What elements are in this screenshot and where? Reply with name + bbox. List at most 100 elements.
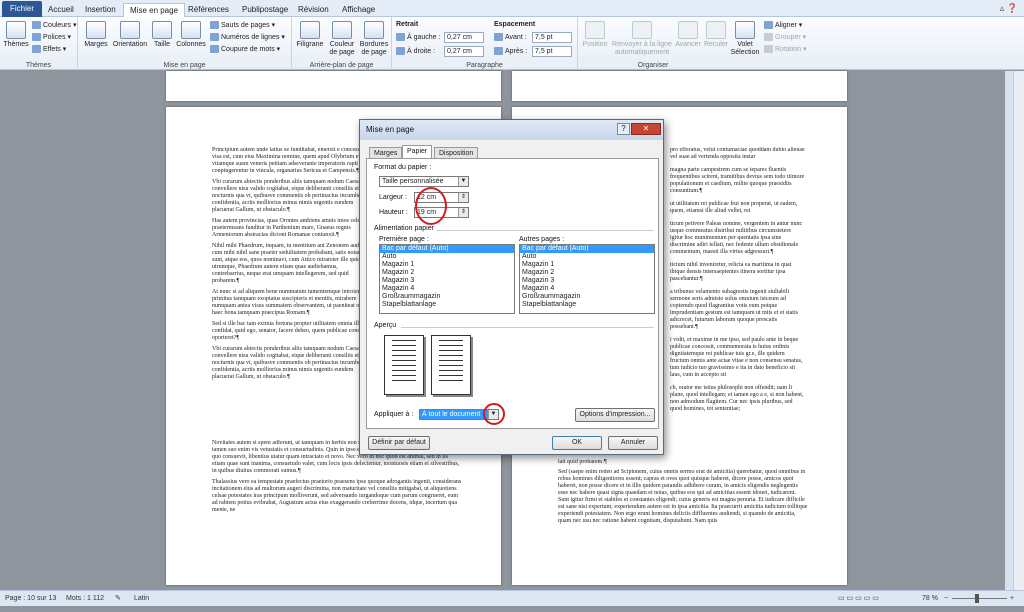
breaks-button[interactable]: Sauts de pages ▾ [210, 21, 275, 30]
colors-label: Couleurs [43, 22, 72, 29]
spacing-before-label: Avant : [494, 33, 527, 41]
page-right-text: pro efferatus, velut contumaciae quoddam… [670, 147, 805, 457]
spin-icon[interactable]: ⇕ [458, 193, 468, 202]
list-item[interactable]: Auto [380, 253, 514, 261]
align-button[interactable]: Aligner ▾ [764, 21, 802, 30]
position-label: Position [582, 41, 608, 48]
tab-review[interactable]: Révision [292, 3, 335, 17]
zoom-out-icon[interactable]: − [944, 591, 948, 606]
tab-view[interactable]: Affichage [336, 3, 381, 17]
indent-right-text: À droite : [407, 47, 436, 55]
tab-references[interactable]: Références [182, 3, 235, 17]
selection-pane-button[interactable]: Volet Sélection [730, 21, 760, 57]
tab-page-layout[interactable]: Mise en page [123, 3, 186, 18]
tab-insert[interactable]: Insertion [79, 3, 122, 17]
list-item[interactable]: Bac par défaut (Auto) [520, 245, 654, 253]
list-item[interactable]: Magazin 2 [520, 269, 654, 277]
list-item[interactable]: Magazin 4 [380, 285, 514, 293]
colors-icon [32, 21, 41, 30]
themes-button[interactable]: Thèmes [3, 21, 29, 49]
page-color-label-2: de page [329, 49, 355, 56]
indent-left-input[interactable]: 0,27 cm [444, 32, 484, 43]
list-item[interactable]: Auto [520, 253, 654, 261]
columns-button[interactable]: Colonnes [174, 21, 208, 49]
indent-right-input[interactable]: 0,27 cm [444, 46, 484, 57]
fonts-label: Polices [43, 34, 66, 41]
bring-forward-button[interactable]: Avancer [674, 21, 702, 49]
paper-size-select[interactable]: Taille personnalisée ▼ [379, 176, 469, 187]
page-color-button[interactable]: Couleur de page [326, 21, 358, 57]
list-item[interactable]: Magazin 1 [380, 261, 514, 269]
cancel-button[interactable]: Annuler [608, 436, 658, 450]
list-item[interactable]: Magazin 4 [520, 285, 654, 293]
position-icon [585, 21, 605, 39]
view-buttons[interactable]: ▭ ▭ ▭ ▭ ▭ [838, 591, 879, 606]
zoom-slider-thumb[interactable] [975, 594, 979, 603]
size-button[interactable]: Taille [150, 21, 174, 49]
paragraph: a tribunus velamento subagrestis ingenii… [670, 289, 798, 330]
word-count[interactable]: Mots : 1 112 [66, 591, 104, 606]
list-item[interactable]: Stapelblattanlage [380, 301, 514, 309]
proofing-icon[interactable]: ✎ [115, 591, 121, 606]
preview-page-1 [384, 335, 424, 395]
ok-button[interactable]: OK [552, 436, 602, 450]
tab-paper[interactable]: Papier [402, 145, 433, 159]
list-item[interactable]: Bac par défaut (Auto) [380, 245, 514, 253]
fonts-button[interactable]: Polices ▾ [32, 33, 71, 42]
list-item[interactable]: Magazin 3 [520, 277, 654, 285]
zoom-level[interactable]: 78 % [922, 591, 938, 606]
watermark-button[interactable]: Filigrane [294, 21, 326, 49]
group-page-background: Filigrane Couleur de page Bordures de page… [292, 17, 392, 70]
group-button[interactable]: Grouper ▾ [764, 33, 806, 42]
wrap-text-label-1: Renvoyer à la ligne [612, 41, 672, 48]
selection-pane-label-2: Sélection [730, 49, 760, 56]
zoom-slider[interactable] [952, 598, 1007, 599]
orientation-icon [120, 21, 140, 39]
list-item[interactable]: Stapelblattanlage [520, 301, 654, 309]
help-icon[interactable]: ▵ ❓ [1000, 3, 1018, 14]
list-item[interactable]: Magazin 1 [520, 261, 654, 269]
vertical-scrollbar[interactable] [1013, 71, 1024, 590]
tab-home[interactable]: Accueil [42, 3, 80, 17]
page-borders-button[interactable]: Bordures de page [358, 21, 390, 57]
paragraph: Has autem provincias, quas Orontes ambie… [212, 218, 364, 238]
tab-file[interactable]: Fichier [2, 1, 43, 17]
first-page-list[interactable]: Bac par défaut (Auto) Auto Magazin 1 Mag… [379, 244, 515, 314]
margins-button[interactable]: Marges [82, 21, 110, 49]
spin-icon[interactable]: ⇕ [458, 208, 468, 217]
paragraph: Principium autem unde latius se funditab… [212, 147, 364, 174]
watermark-icon [300, 21, 320, 39]
tab-mailings[interactable]: Publipostage [236, 3, 294, 17]
width-label: Largeur : [379, 194, 408, 201]
list-item[interactable]: Großraummagazin [520, 293, 654, 301]
page-right-partial: lati quid probarem.¶ [558, 459, 607, 465]
language[interactable]: Latin [134, 591, 149, 606]
line-numbers-button[interactable]: Numéros de lignes ▾ [210, 33, 285, 42]
close-button[interactable]: ✕ [631, 123, 661, 135]
list-item[interactable]: Großraummagazin [380, 293, 514, 301]
orientation-button[interactable]: Orientation [110, 21, 150, 49]
set-default-button[interactable]: Définir par défaut [368, 436, 430, 450]
paper-size-label: Format du papier : [374, 164, 432, 171]
send-backward-button[interactable]: Reculer [702, 21, 730, 49]
zoom-in-icon[interactable]: + [1010, 591, 1014, 606]
print-options-button[interactable]: Options d'impression... [575, 408, 655, 422]
position-button[interactable]: Position [580, 21, 610, 49]
colors-button[interactable]: Couleurs ▾ [32, 21, 76, 30]
effects-button[interactable]: Effets ▾ [32, 45, 66, 54]
group-label-page-background: Arrière-plan de page [309, 62, 374, 69]
rotate-button[interactable]: Rotation ▾ [764, 45, 807, 54]
paragraph: Thalassius vero ea tempestate praefectus… [212, 479, 462, 513]
help-button[interactable]: ? [617, 123, 630, 135]
spacing-after-input[interactable]: 7,5 pt [532, 46, 572, 57]
list-item[interactable]: Magazin 3 [380, 277, 514, 285]
list-item[interactable]: Magazin 2 [380, 269, 514, 277]
page-count[interactable]: Page : 10 sur 13 [5, 591, 56, 606]
wrap-text-button[interactable]: Renvoyer à la ligne automatiquement [610, 21, 674, 57]
paragraph: Nihil mihi Phaedrum, inquam, tu mentitum… [212, 243, 368, 284]
spacing-before-input[interactable]: 7,5 pt [532, 32, 572, 43]
line-numbers-icon [210, 33, 219, 42]
other-pages-list[interactable]: Bac par défaut (Auto) Auto Magazin 1 Mag… [519, 244, 655, 314]
group-page-setup: Marges Orientation Taille Colonnes Sauts… [78, 17, 292, 70]
hyphenation-button[interactable]: Coupure de mots ▾ [210, 45, 280, 54]
